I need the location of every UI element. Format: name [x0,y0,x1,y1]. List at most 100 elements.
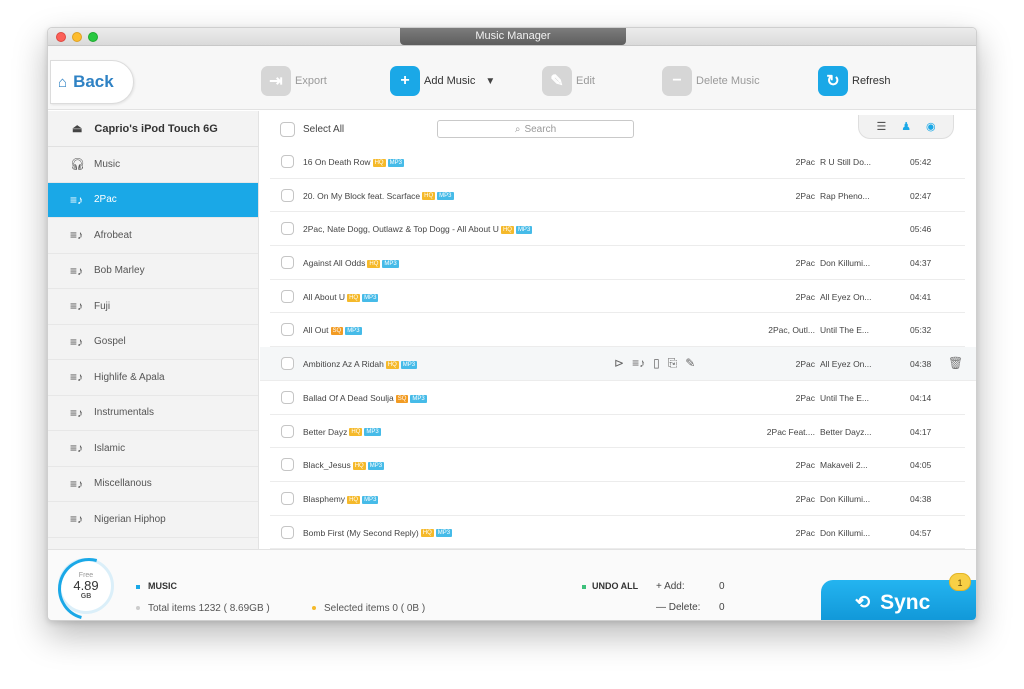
back-button[interactable]: ⌂ Back [50,60,134,104]
format-badge: MP3 [410,394,427,403]
quality-badge: HQ [347,293,361,302]
sync-count-badge: 1 [949,573,971,591]
table-row[interactable]: 2Pac, Nate Dogg, Outlawz & Top Dogg - Al… [270,212,965,247]
sidebar-item-2pac[interactable]: ≡♪ 2Pac [48,182,258,218]
list-view-icon[interactable]: ☰ [876,120,886,133]
edit-info-icon[interactable]: ✎ [685,356,695,371]
table-row[interactable]: All About U HQ MP3 2Pac All Eyez On... 04:… [270,280,965,314]
add-music-label: Add Music [424,75,476,87]
selected-items: Selected items 0 ( 0B ) [312,603,425,614]
playlist-icon: ≡♪ [70,263,84,278]
quality-badge: HQ [347,495,361,504]
sidebar-item-label: Gospel [94,336,126,348]
add-count-value: 0 [719,581,725,592]
select-all[interactable]: Select All [280,122,344,137]
row-checkbox[interactable] [281,155,294,168]
song-duration: 02:47 [910,190,932,201]
song-duration: 05:46 [910,224,932,235]
minimize-window-button[interactable] [72,32,82,42]
table-row[interactable]: Bomb First (My Second Reply) HQ MP3 2Pac D… [270,516,965,550]
eject-icon[interactable]: ⏏ [72,122,82,135]
song-title: 2Pac, Nate Dogg, Outlawz & Top Dogg - Al… [303,224,533,235]
sidebar-item-highlife-apala[interactable]: ≡♪ Highlife & Apala [48,360,258,396]
select-all-label: Select All [303,124,345,135]
row-checkbox[interactable] [281,458,294,472]
sidebar-item-music[interactable]: 🎧︎ Music [48,147,258,183]
table-row[interactable]: Better Dayz HQ MP3 2Pac Feat.... Better Da… [270,415,965,449]
export-to-computer-icon[interactable]: ⎘ [668,356,678,371]
row-checkbox[interactable] [281,323,294,337]
quality-badge: HQ [422,192,436,201]
sidebar-item-miscellanous[interactable]: ≡♪ Miscellanous [48,467,258,502]
artist-view-icon[interactable]: ♟ [901,120,911,133]
song-artist: 2Pac, Outl... [768,325,815,336]
table-row[interactable]: 16 On Death Row HQ MP3 2Pac R U Still Do..… [270,145,965,179]
sidebar-item-fuji[interactable]: ≡♪ Fuji [48,289,258,325]
row-checkbox[interactable] [281,491,294,505]
sidebar-item-label: Music [94,158,121,170]
table-row[interactable]: Black_Jesus HQ MP3 2Pac Makaveli 2... 04:0… [270,448,965,482]
table-row[interactable]: Ballad Of A Dead Soulja SQ MP3 2Pac Until … [270,381,965,415]
format-badge: MP3 [345,327,362,336]
export-button[interactable]: ⇥ Export [261,66,327,96]
playlist-icon: ≡♪ [70,405,84,420]
undo-all-button[interactable]: UNDO ALL [582,581,638,591]
play-icon[interactable]: ⊳ [614,356,624,371]
delete-music-button[interactable]: − Delete Music [662,66,760,96]
music-manager-window: Music Manager ⌂ Back ⇥ Export + Add Musi… [47,27,977,621]
table-row[interactable]: All Out SQ MP3 2Pac, Outl... Until The E..… [270,313,965,348]
sidebar: ⏏ Caprio's iPod Touch 6G 🎧︎ Music ≡♪ 2Pa… [48,111,259,549]
sidebar-item-bob-marley[interactable]: ≡♪ Bob Marley [48,254,258,289]
chevron-down-icon[interactable]: ▼ [485,76,495,87]
sidebar-item-instrumentals[interactable]: ≡♪ Instrumentals [48,396,258,431]
row-checkbox[interactable] [281,222,294,236]
sidebar-item-afrobeat[interactable]: ≡♪ Afrobeat [48,218,258,254]
sidebar-item-nigerian-hiphop[interactable]: ≡♪ Nigerian Hiphop [48,502,258,538]
row-checkbox[interactable] [281,390,294,404]
album-view-icon[interactable]: ◉ [926,120,936,133]
search-input[interactable]: ⌕ Search [437,120,634,138]
maximize-window-button[interactable] [88,32,98,42]
edit-icon: ✎ [542,66,572,96]
song-title: 20. On My Block feat. Scarface HQ MP3 [303,190,454,201]
song-title: All Out SQ MP3 [303,325,362,336]
table-row[interactable]: Against All Odds HQ MP3 2Pac Don Killumi..… [270,246,965,280]
table-row[interactable]: Blasphemy HQ MP3 2Pac Don Killumi... 04:38 [270,482,965,516]
song-title: Ambitionz Az A Ridah HQ MP3 [303,359,418,370]
playlist-icon: ≡♪ [70,299,84,314]
row-checkbox[interactable] [281,525,294,539]
playlist-icon: ≡♪ [70,334,84,349]
search-icon: ⌕ [514,123,521,135]
table-row[interactable]: 20. On My Block feat. Scarface HQ MP3 2Pac… [270,179,965,213]
format-badge: MP3 [364,428,381,437]
total-items: Total items 1232 ( 8.69GB ) [136,603,270,614]
close-window-button[interactable] [56,32,66,42]
song-artist: 2Pac [795,493,815,504]
table-row-hovered[interactable]: Ambitionz Az A Ridah HQ MP3 ⊳ ≡♪ ▯ ⎘ ✎ 2Pa… [260,347,976,381]
sidebar-item-islamic[interactable]: ≡♪ Islamic [48,431,258,467]
back-label: Back [73,72,114,91]
song-duration: 04:41 [910,291,932,302]
playlist-icon: ≡♪ [70,512,84,527]
row-checkbox[interactable] [281,289,294,303]
row-checkbox[interactable] [281,188,294,202]
select-all-checkbox[interactable] [280,122,295,137]
format-badge: MP3 [437,192,454,201]
row-checkbox[interactable] [281,424,294,438]
quality-badge: HQ [352,461,366,470]
quality-badge: HQ [349,428,363,437]
song-duration: 04:57 [910,527,932,538]
edit-button[interactable]: ✎ Edit [542,66,595,96]
format-badge: MP3 [435,529,453,538]
format-badge: MP3 [400,360,418,369]
device-header[interactable]: ⏏ Caprio's iPod Touch 6G [48,111,258,147]
add-music-button[interactable]: + Add Music ▼ [390,66,495,96]
export-to-device-icon[interactable]: ▯ [653,356,660,371]
sidebar-item-gospel[interactable]: ≡♪ Gospel [48,325,258,360]
trash-icon[interactable]: 🗑︎ [948,356,963,370]
add-to-playlist-icon[interactable]: ≡♪ [632,356,645,371]
refresh-button[interactable]: ↻ Refresh [818,66,891,96]
row-checkbox[interactable] [281,357,294,371]
row-checkbox[interactable] [281,256,294,270]
delete-count-label: — Delete: [656,602,701,613]
